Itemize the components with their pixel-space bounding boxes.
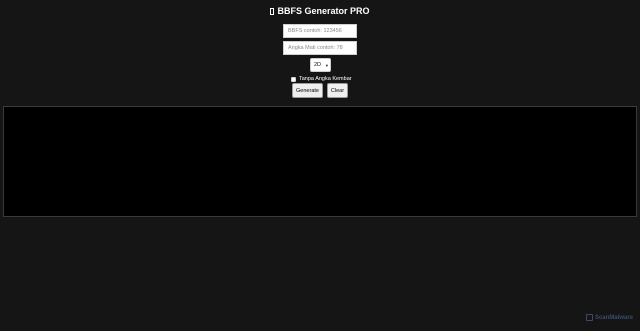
scanmalware-logo-icon: [585, 314, 593, 321]
watermark-text: ScanMalware: [594, 314, 633, 321]
page-title: BBFS Generator PRO: [0, 6, 640, 17]
no-twin-label: Tanpa Angka Kembar: [299, 76, 352, 82]
generate-button[interactable]: Generate: [292, 83, 323, 98]
clear-button[interactable]: Clear: [327, 83, 348, 98]
chevron-down-icon: ▾: [325, 63, 328, 68]
no-twin-option[interactable]: Tanpa Angka Kembar: [291, 75, 352, 83]
bbfs-input[interactable]: [283, 24, 357, 38]
page: BBFS Generator PRO 2D ▾ Tanpa Angka Kemb…: [0, 0, 640, 331]
digit-select[interactable]: 2D ▾: [310, 58, 331, 72]
output-area: [3, 106, 637, 217]
no-twin-checkbox[interactable]: [291, 76, 296, 82]
watermark: ScanMalware: [585, 314, 633, 321]
page-title-text: BBFS Generator PRO: [277, 6, 370, 16]
app-icon: [270, 8, 275, 15]
angka-mati-input[interactable]: [283, 41, 357, 55]
digit-select-value: 2D: [314, 62, 322, 68]
